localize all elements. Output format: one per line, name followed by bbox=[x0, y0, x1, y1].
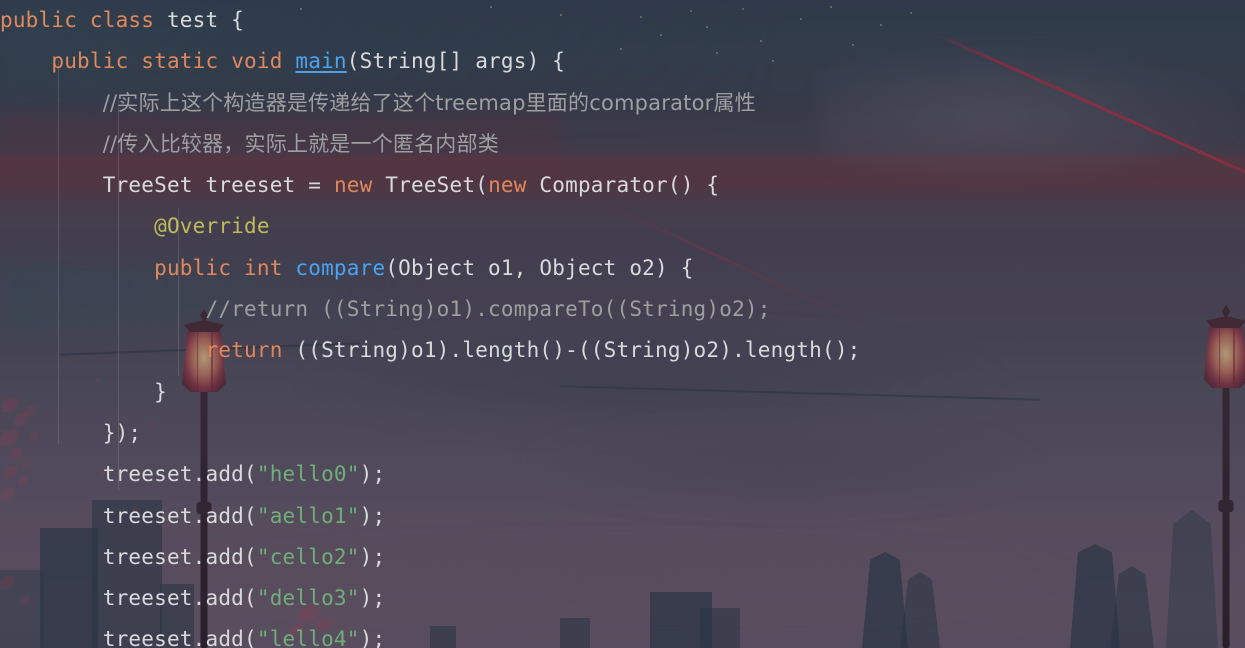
code-token-meth: compare bbox=[295, 255, 386, 280]
code-line[interactable]: //实际上这个构造器是传递给了这个treemap里面的comparator属性 bbox=[0, 83, 1245, 124]
code-token-plain: ); bbox=[359, 503, 386, 528]
code-token-plain: treeset.add( bbox=[102, 462, 257, 487]
code-line[interactable]: } bbox=[0, 372, 1245, 413]
code-token-kw: int bbox=[244, 255, 283, 280]
code-token-plain: TreeSet( bbox=[372, 173, 489, 198]
code-token-kw: public bbox=[0, 8, 78, 32]
code-line[interactable]: //return ((String)o1).compareTo((String)… bbox=[0, 289, 1245, 330]
code-token-plain: treeset.add( bbox=[102, 544, 257, 569]
code-token-str: "cello2" bbox=[256, 544, 360, 569]
code-line[interactable]: treeset.add("lello4"); bbox=[0, 619, 1245, 648]
code-line[interactable]: @Override bbox=[0, 206, 1245, 247]
code-line[interactable]: TreeSet treeset = new TreeSet(new Compar… bbox=[0, 165, 1245, 206]
code-token-plain: TreeSet treeset = bbox=[102, 173, 334, 198]
code-token-kw: void bbox=[231, 49, 283, 74]
code-token-plain: ); bbox=[359, 586, 386, 611]
code-token-kw: return bbox=[205, 338, 283, 363]
code-token-kw: public bbox=[154, 255, 232, 280]
code-token-kw: public bbox=[51, 49, 129, 74]
code-token-str: "lello4" bbox=[256, 627, 360, 648]
code-token-str: "aello1" bbox=[256, 503, 360, 528]
code-token-plain: } bbox=[154, 379, 167, 404]
code-line[interactable]: public int compare(Object o1, Object o2)… bbox=[0, 248, 1245, 289]
code-token-plain: ); bbox=[359, 544, 386, 569]
code-token-kw: new bbox=[333, 173, 373, 198]
code-line[interactable]: }); bbox=[0, 413, 1245, 454]
code-token-cmt: //return ((String)o1).compareTo((String)… bbox=[205, 297, 771, 322]
code-token-plain: treeset.add( bbox=[102, 503, 257, 528]
code-token-cmt: //传入比较器，实际上就是一个匿名内部类 bbox=[102, 131, 499, 156]
code-token-plain: Comparator() { bbox=[526, 173, 720, 198]
code-token-plain: test bbox=[166, 8, 219, 32]
code-token-kw: new bbox=[488, 173, 527, 198]
code-token-plain: }); bbox=[102, 420, 142, 445]
code-token-plain: (Object o1, Object o2) { bbox=[385, 255, 694, 280]
code-editor-text[interactable]: public class test { public static void m… bbox=[0, 0, 1245, 648]
code-token-kw: class bbox=[89, 8, 155, 32]
code-line[interactable]: return ((String)o1).length()-((String)o2… bbox=[0, 330, 1245, 371]
code-token-kw: static bbox=[141, 49, 219, 74]
code-token-methdecl: main bbox=[295, 49, 347, 74]
code-token-plain: ); bbox=[359, 462, 386, 487]
code-line[interactable]: public class test { bbox=[0, 0, 1245, 41]
code-line[interactable]: public static void main(String[] args) { bbox=[0, 41, 1245, 82]
code-line[interactable]: //传入比较器，实际上就是一个匿名内部类 bbox=[0, 124, 1245, 165]
code-token-plain: treeset.add( bbox=[102, 586, 257, 611]
editor-window: public class test { public static void m… bbox=[0, 0, 1245, 648]
code-token-str: "hello0" bbox=[256, 462, 360, 487]
code-line[interactable]: treeset.add("dello3"); bbox=[0, 578, 1245, 619]
code-token-plain: (String[] args) { bbox=[346, 49, 566, 74]
code-token-cmt: //实际上这个构造器是传递给了这个treemap里面的comparator属性 bbox=[102, 90, 756, 115]
code-token-plain: ); bbox=[359, 627, 386, 648]
code-token-plain: { bbox=[218, 8, 245, 32]
code-token-plain: treeset.add( bbox=[102, 627, 257, 648]
code-line[interactable]: treeset.add("aello1"); bbox=[0, 496, 1245, 537]
code-token-anno: @Override bbox=[154, 214, 270, 239]
code-line[interactable]: treeset.add("cello2"); bbox=[0, 537, 1245, 578]
code-token-str: "dello3" bbox=[256, 586, 360, 611]
code-line[interactable]: treeset.add("hello0"); bbox=[0, 454, 1245, 495]
code-token-plain: ((String)o1).length()-((String)o2).lengt… bbox=[282, 338, 861, 363]
